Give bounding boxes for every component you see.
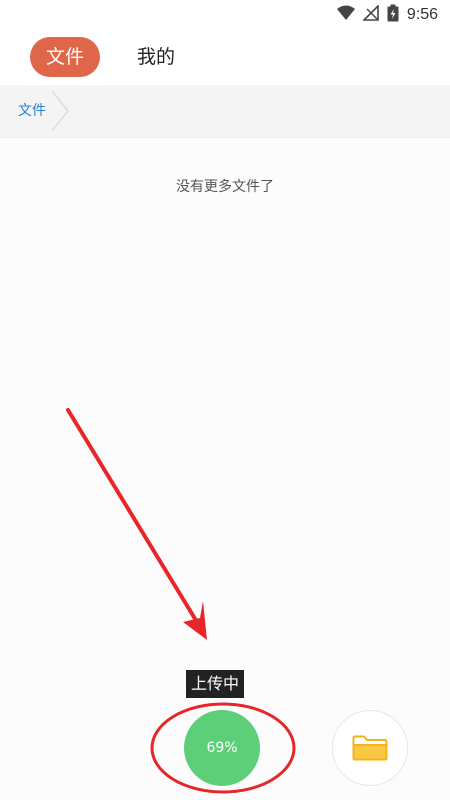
battery-icon	[387, 4, 399, 26]
folder-icon	[352, 735, 388, 765]
top-tab-bar: 文件 我的	[0, 30, 450, 85]
signal-icon	[361, 4, 379, 25]
empty-list-message: 没有更多文件了	[176, 179, 274, 195]
tab-files[interactable]: 文件	[30, 37, 100, 77]
wifi-icon	[336, 5, 355, 25]
chevron-right-icon	[50, 85, 74, 141]
tab-mine[interactable]: 我的	[126, 37, 186, 77]
status-time: 9:56	[406, 6, 438, 23]
open-folder-button[interactable]	[332, 710, 408, 786]
status-icons: 9:56	[336, 4, 438, 26]
uploading-tooltip: 上传中	[186, 670, 244, 698]
upload-progress-button[interactable]: 69%	[184, 710, 260, 786]
status-bar: 9:56	[0, 0, 450, 30]
breadcrumb: 文件	[0, 85, 450, 138]
breadcrumb-item-files[interactable]: 文件	[18, 85, 46, 137]
